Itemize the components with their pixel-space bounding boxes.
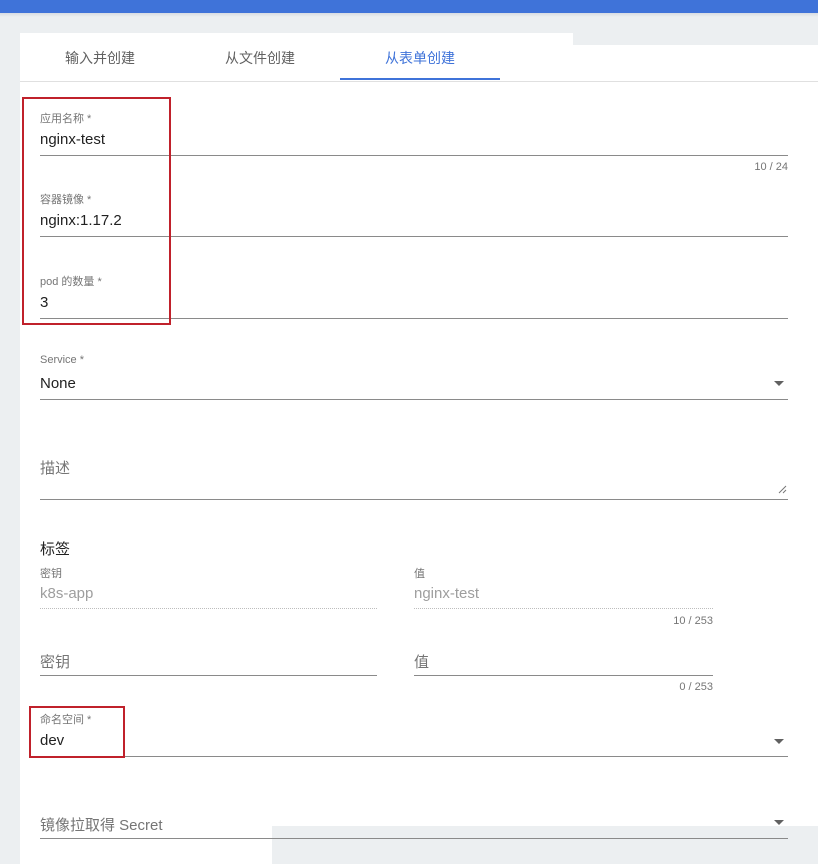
- service-select[interactable]: None: [40, 375, 76, 392]
- service-dropdown-arrow-icon[interactable]: [774, 381, 784, 386]
- tab-input-and-create[interactable]: 输入并创建: [20, 33, 180, 81]
- top-app-bar: [0, 0, 818, 13]
- namespace-highlight-box: [29, 706, 125, 758]
- label-value-input-disabled: nginx-test: [414, 585, 480, 602]
- namespace-underline: [40, 756, 788, 757]
- service-label: Service *: [40, 354, 85, 366]
- new-label-value-input[interactable]: 值: [414, 651, 429, 672]
- bottom-overlap-panel: [272, 826, 818, 864]
- create-tabs: 输入并创建 从文件创建 从表单创建: [20, 33, 818, 82]
- tab-create-from-file[interactable]: 从文件创建: [180, 33, 340, 81]
- image-pull-secret-select[interactable]: 镜像拉取得 Secret: [40, 814, 163, 835]
- label-value-label: 值: [414, 568, 425, 580]
- namespace-dropdown-arrow-icon[interactable]: [774, 739, 784, 744]
- new-label-value-underline: [414, 675, 713, 676]
- labels-heading: 标签: [40, 541, 71, 558]
- description-textarea[interactable]: 描述: [40, 457, 70, 478]
- active-tab-indicator: [340, 78, 500, 80]
- tab-create-from-form[interactable]: 从表单创建: [340, 33, 500, 81]
- description-underline: [40, 499, 788, 500]
- label-value-dotted-underline: [414, 608, 713, 609]
- image-pull-secret-underline: [40, 838, 788, 839]
- new-label-key-input[interactable]: 密钥: [40, 651, 70, 672]
- app-name-counter: 10 / 24: [754, 161, 788, 173]
- label-key-input-disabled: k8s-app: [40, 585, 94, 602]
- new-label-value-counter: 0 / 253: [679, 681, 713, 693]
- image-pull-secret-dropdown-arrow-icon[interactable]: [774, 820, 784, 825]
- label-key-label: 密钥: [40, 568, 62, 580]
- top-app-bar-shadow: [0, 13, 818, 17]
- new-label-key-underline: [40, 675, 377, 676]
- service-underline: [40, 399, 788, 400]
- annotation-highlight-box: [22, 97, 171, 325]
- label-key-dotted-underline: [40, 608, 377, 609]
- textarea-resize-handle-icon[interactable]: [777, 484, 787, 494]
- label-value-counter: 10 / 253: [673, 615, 713, 627]
